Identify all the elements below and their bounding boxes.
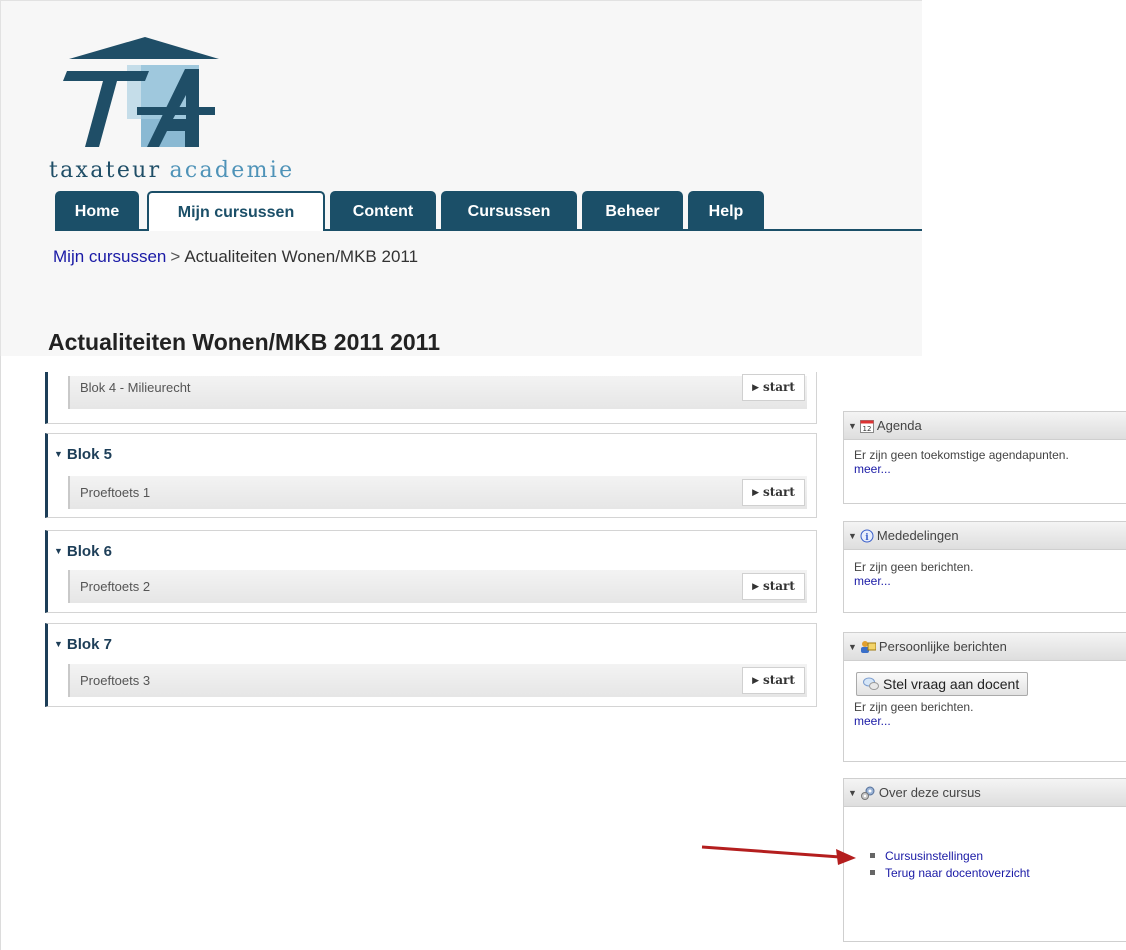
block-item-blok-4[interactable]: Blok 4 - Milieurecht ▶ start [68, 374, 807, 409]
start-button[interactable]: ▶ start [742, 479, 805, 506]
terug-docentoverzicht-link[interactable]: Terug naar docentoverzicht [885, 866, 1030, 880]
tab-beheer[interactable]: Beheer [582, 191, 683, 229]
bullet-icon [870, 870, 875, 875]
collapse-triangle-icon: ▼ [54, 639, 63, 649]
widget-mededelingen: ▼ i Mededelingen Er zijn geen berichten. m… [843, 521, 1126, 613]
breadcrumb-separator: > [170, 247, 181, 266]
tab-content[interactable]: Content [330, 191, 436, 229]
agenda-more-link[interactable]: meer... [854, 462, 891, 476]
widget-agenda: ▼ 12 Agenda Er zijn geen toekomstige agend… [843, 411, 1126, 504]
agenda-empty-text: Er zijn geen toekomstige agendapunten. [854, 448, 1069, 462]
tab-help[interactable]: Help [688, 191, 764, 229]
widget-body-mededelingen: Er zijn geen berichten. meer... [844, 550, 1126, 594]
block-title: Blok 5 [66, 446, 112, 463]
block-header-blok-6[interactable]: ▼ Blok 6 [54, 543, 112, 560]
play-triangle-icon: ▶ [752, 582, 759, 592]
block-item-proeftoets-3[interactable]: Proeftoets 3 ▶ start [68, 664, 807, 697]
widget-body-over: Cursusinstellingen Terug naar docentover… [844, 807, 1126, 889]
logo-word-academie: academie [169, 158, 295, 183]
block-item-label: Blok 4 - Milieurecht [80, 380, 191, 395]
start-label: start [762, 380, 795, 394]
list-item: Cursusinstellingen [870, 849, 1126, 863]
annotation-arrow-icon [701, 845, 856, 865]
page-title: Actualiteiten Wonen/MKB 2011 2011 [48, 329, 440, 355]
breadcrumb-link-mijn-cursussen[interactable]: Mijn cursussen [53, 247, 166, 266]
block-item-label: Proeftoets 2 [80, 579, 151, 594]
bullet-icon [870, 853, 875, 858]
chat-bubbles-icon [863, 677, 879, 690]
tab-mijn-cursussen[interactable]: Mijn cursussen [147, 191, 325, 231]
play-triangle-icon: ▶ [752, 383, 759, 393]
list-item: Terug naar docentoverzicht [870, 866, 1126, 880]
mededelingen-more-link[interactable]: meer... [854, 574, 891, 588]
svg-text:i: i [865, 533, 869, 543]
tab-home[interactable]: Home [55, 191, 139, 229]
collapse-triangle-icon: ▼ [54, 546, 63, 556]
widget-title: Agenda [876, 418, 922, 433]
start-button[interactable]: ▶ start [742, 573, 805, 600]
breadcrumb: Mijn cursussen > Actualiteiten Wonen/MKB 2… [53, 247, 418, 267]
widget-over-deze-cursus: ▼ Over deze cursus Cursusinstellingen Ter… [843, 778, 1126, 942]
main-nav-tabs: Home Mijn cursussen Content Cursussen Be… [55, 191, 922, 231]
course-links-list: Cursusinstellingen Terug naar docentover… [870, 849, 1126, 880]
collapse-triangle-icon: ▼ [848, 788, 857, 798]
collapse-triangle-icon: ▼ [848, 531, 857, 541]
berichten-empty-text: Er zijn geen berichten. [854, 700, 974, 714]
content-left-border [0, 356, 1, 950]
collapse-triangle-icon: ▼ [848, 642, 857, 652]
start-label: start [762, 485, 795, 499]
widget-header-agenda[interactable]: ▼ 12 Agenda [844, 412, 1126, 440]
breadcrumb-current: Actualiteiten Wonen/MKB 2011 [184, 247, 419, 266]
collapse-triangle-icon: ▼ [54, 449, 63, 459]
start-label: start [762, 673, 795, 687]
logo-wordmark: taxateur academie [49, 158, 294, 183]
block-item-label: Proeftoets 3 [80, 673, 151, 688]
widget-title: Persoonlijke berichten [878, 639, 1007, 654]
course-block-4: Blok 4 - Milieurecht ▶ start [45, 372, 817, 424]
tab-cursussen[interactable]: Cursussen [441, 191, 577, 229]
berichten-more-link[interactable]: meer... [854, 714, 891, 728]
block-item-label: Proeftoets 1 [80, 485, 151, 500]
ta-logo-graphic [63, 37, 219, 147]
calendar-icon: 12 [859, 420, 874, 433]
play-triangle-icon: ▶ [752, 488, 759, 498]
ask-teacher-label: Stel vraag aan docent [883, 676, 1020, 692]
block-title: Blok 7 [66, 636, 112, 653]
course-block-7: ▼ Blok 7 Proeftoets 3 ▶ start [45, 623, 817, 707]
header-panel: taxateur academie Home Mijn cursussen Con… [0, 0, 922, 356]
course-block-5: ▼ Blok 5 Proeftoets 1 ▶ start [45, 433, 817, 518]
block-item-proeftoets-1[interactable]: Proeftoets 1 ▶ start [68, 476, 807, 509]
collapse-triangle-icon: ▼ [848, 421, 857, 431]
taxateur-academie-logo[interactable]: taxateur academie [49, 31, 319, 183]
widget-body-berichten: Stel vraag aan docent Er zijn geen beric… [844, 661, 1126, 734]
cursusinstellingen-link[interactable]: Cursusinstellingen [885, 849, 983, 863]
ask-teacher-button[interactable]: Stel vraag aan docent [856, 672, 1029, 696]
people-message-icon [860, 641, 876, 653]
widget-title: Over deze cursus [878, 785, 981, 800]
course-block-6: ▼ Blok 6 Proeftoets 2 ▶ start [45, 530, 817, 613]
widget-body-agenda: Er zijn geen toekomstige agendapunten. m… [844, 440, 1126, 482]
widget-title: Mededelingen [876, 528, 959, 543]
block-header-blok-7[interactable]: ▼ Blok 7 [54, 636, 112, 653]
logo-word-taxateur: taxateur [49, 158, 162, 183]
block-item-proeftoets-2[interactable]: Proeftoets 2 ▶ start [68, 570, 807, 603]
block-title: Blok 6 [66, 543, 112, 560]
mededelingen-empty-text: Er zijn geen berichten. [854, 560, 974, 574]
block-header-blok-5[interactable]: ▼ Blok 5 [54, 446, 112, 463]
widget-header-persoonlijke-berichten[interactable]: ▼ Persoonlijke berichten [844, 633, 1126, 661]
widget-persoonlijke-berichten: ▼ Persoonlijke berichten Stel vraag aan d… [843, 632, 1126, 762]
widget-header-over-deze-cursus[interactable]: ▼ Over deze cursus [844, 779, 1126, 807]
svg-text:12: 12 [862, 425, 871, 433]
info-icon: i [860, 529, 874, 543]
start-button[interactable]: ▶ start [742, 374, 805, 401]
widget-header-mededelingen[interactable]: ▼ i Mededelingen [844, 522, 1126, 550]
gears-icon [860, 786, 875, 800]
play-triangle-icon: ▶ [752, 676, 759, 686]
start-label: start [762, 579, 795, 593]
start-button[interactable]: ▶ start [742, 667, 805, 694]
